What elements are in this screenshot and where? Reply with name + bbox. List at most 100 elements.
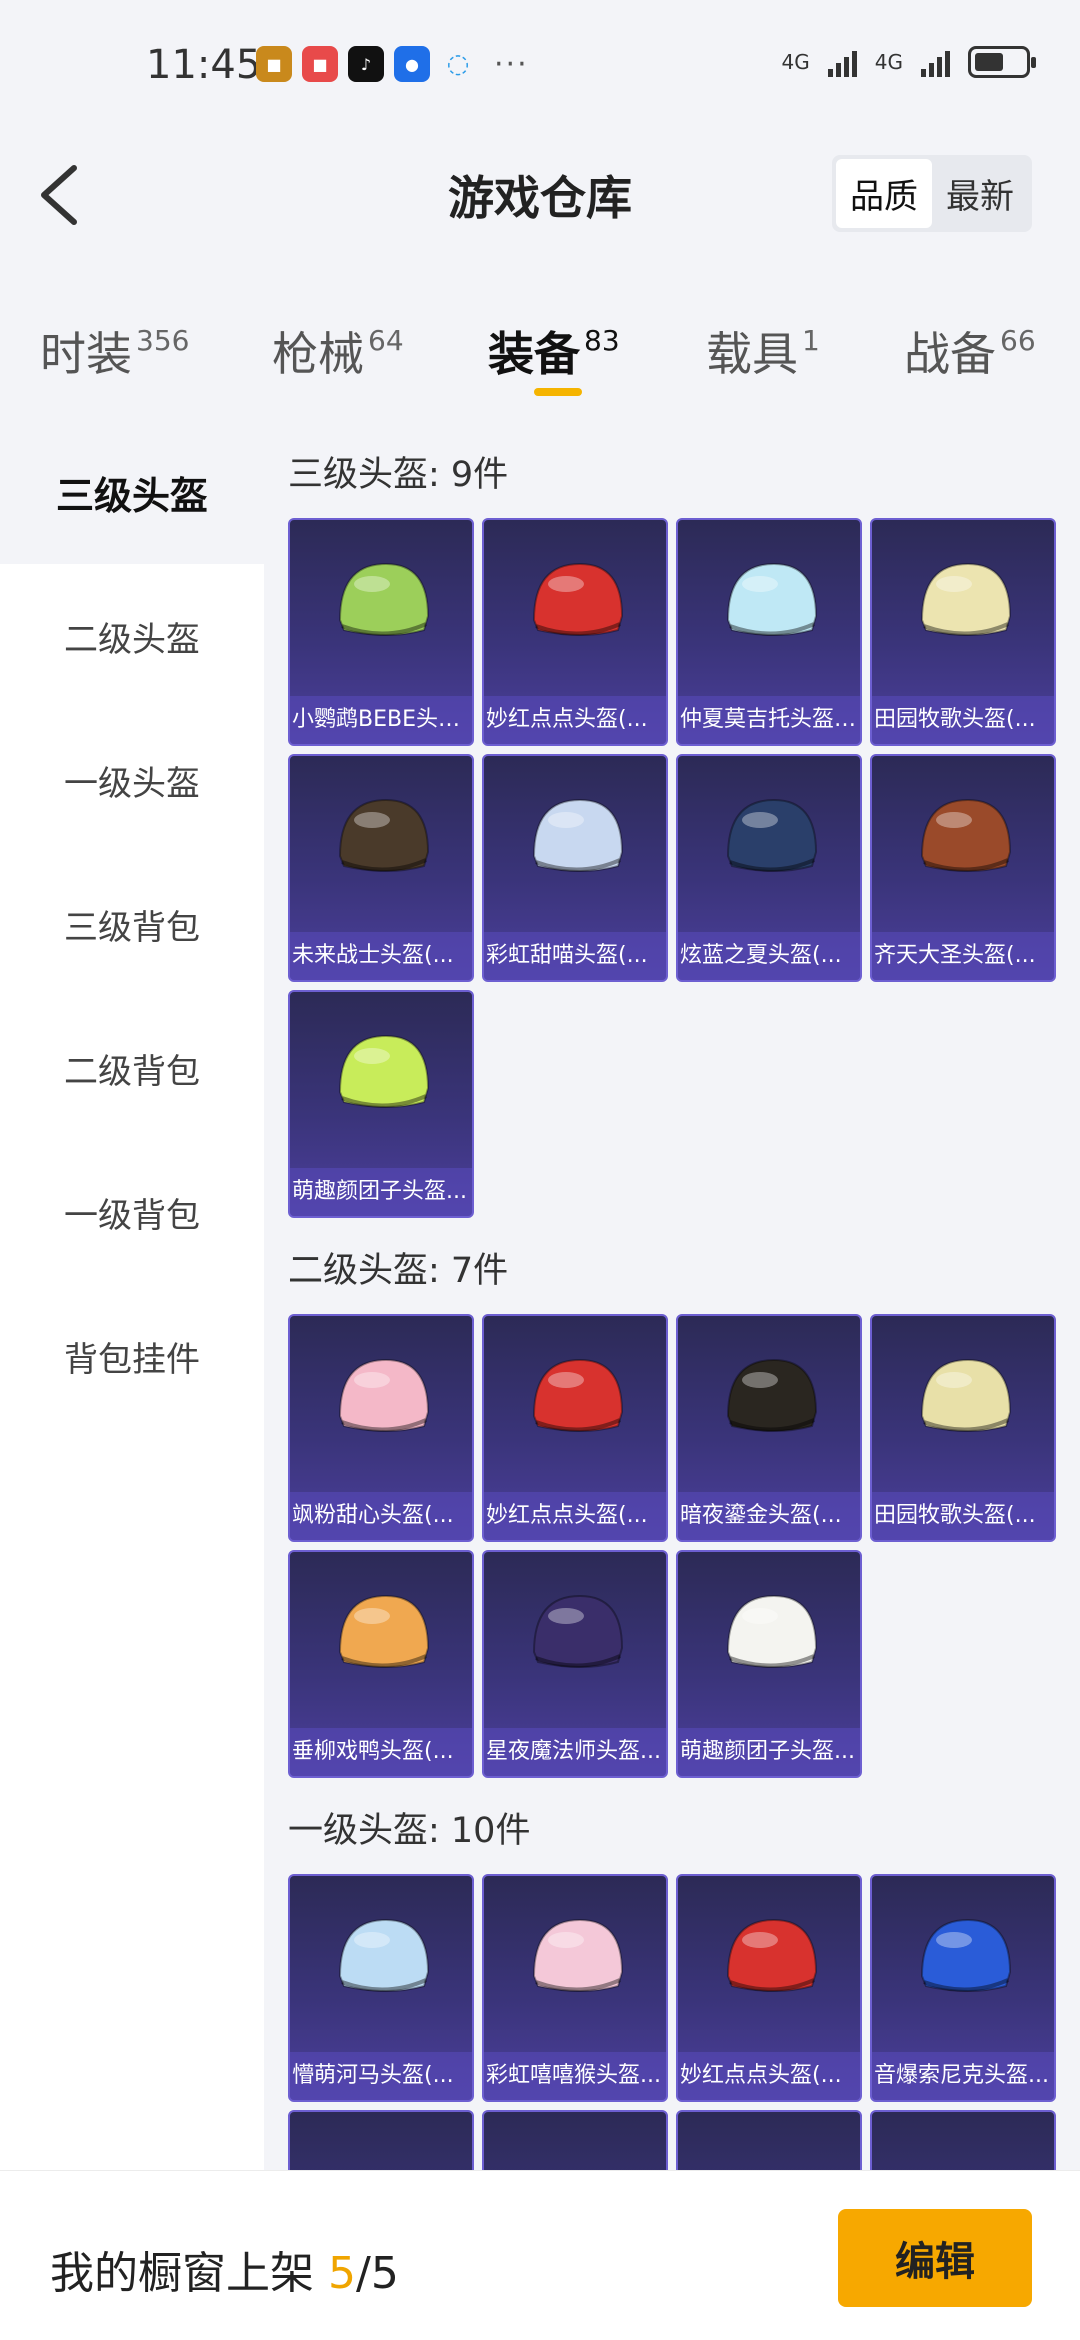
item-grid: 飒粉甜心头盔(... 妙红点点头盔(... 暗夜鎏金头盔(... 田园牧歌头盔(...…	[288, 1314, 1056, 1778]
item-name: 未来战士头盔(...	[290, 932, 472, 980]
active-tab-indicator	[534, 388, 582, 396]
tab-label: 载具	[706, 327, 798, 381]
item-card[interactable]	[676, 2110, 862, 2170]
item-name: 田园牧歌头盔(...	[872, 1492, 1054, 1540]
showcase-separator: /	[356, 2248, 371, 2299]
tab-count: 356	[136, 324, 190, 357]
item-name: 妙红点点头盔(...	[484, 696, 666, 744]
showcase-text: 我的橱窗上架	[50, 2248, 314, 2299]
item-card[interactable]: 妙红点点头盔(...	[482, 1314, 668, 1542]
item-card[interactable]: 彩虹嘻嘻猴头盔...	[482, 1874, 668, 2102]
helmet-icon	[726, 1358, 818, 1432]
helmet-icon	[920, 1358, 1012, 1432]
item-name: 妙红点点头盔(...	[484, 1492, 666, 1540]
edit-button[interactable]: 编辑	[838, 2209, 1032, 2307]
tab-label: 枪械	[272, 327, 364, 381]
helmet-icon	[338, 1918, 430, 1992]
tab-count: 83	[584, 324, 620, 357]
item-name: 音爆索尼克头盔...	[872, 2052, 1054, 2100]
system-status: 4G 4G	[782, 46, 1036, 78]
app-notification-icon: ●	[394, 46, 430, 82]
item-card[interactable]: 彩虹甜喵头盔(...	[482, 754, 668, 982]
showcase-total: 5	[370, 2248, 399, 2299]
item-card[interactable]: 垂柳戏鸭头盔(...	[288, 1550, 474, 1778]
item-card[interactable]: 未来战士头盔(...	[288, 754, 474, 982]
helmet-icon	[920, 798, 1012, 872]
item-card[interactable]: 妙红点点头盔(...	[482, 518, 668, 746]
item-name: 懵萌河马头盔(...	[290, 2052, 472, 2100]
more-notifications-icon: ···	[494, 46, 529, 82]
item-card[interactable]: 齐天大圣头盔(...	[870, 754, 1056, 982]
item-card[interactable]: 小鹦鹉BEBE头盔(...	[288, 518, 474, 746]
tab-combat-gear[interactable]: 战备 66	[904, 318, 1036, 384]
item-name: 仲夏莫吉托头盔(...	[678, 696, 860, 744]
helmet-icon	[532, 562, 624, 636]
sidebar-item-backpack-pendant[interactable]: 背包挂件	[0, 1284, 264, 1428]
item-card[interactable]: 田园牧歌头盔(...	[870, 518, 1056, 746]
item-card[interactable]: 音爆索尼克头盔...	[870, 1874, 1056, 2102]
item-card[interactable]: 仲夏莫吉托头盔(...	[676, 518, 862, 746]
item-name: 星夜魔法师头盔...	[484, 1728, 666, 1776]
item-name: 垂柳戏鸭头盔(...	[290, 1728, 472, 1776]
sort-toggle: 品质 最新	[832, 155, 1032, 232]
status-time: 11:45	[146, 42, 262, 88]
helmet-icon	[726, 1594, 818, 1668]
item-card[interactable]: 妙红点点头盔(...	[676, 1874, 862, 2102]
item-grid-area[interactable]: 三级头盔: 9件 小鹦鹉BEBE头盔(... 妙红点点头盔(... 仲夏莫吉托头盔(…	[264, 420, 1080, 2170]
section-title: 三级头盔: 9件	[288, 455, 509, 495]
item-card[interactable]: 炫蓝之夏头盔(...	[676, 754, 862, 982]
item-name: 田园牧歌头盔(...	[872, 696, 1054, 744]
category-tabs: 时装 356 枪械 64 装备 83 载具 1 战备 66	[0, 260, 1080, 420]
helmet-icon	[338, 1358, 430, 1432]
helmet-icon	[338, 798, 430, 872]
helmet-icon	[338, 562, 430, 636]
item-grid-partial	[288, 2110, 1056, 2170]
helmet-icon	[726, 1918, 818, 1992]
tab-vehicles[interactable]: 载具 1	[706, 318, 820, 384]
item-card[interactable]: 飒粉甜心头盔(...	[288, 1314, 474, 1542]
item-card[interactable]: 萌趣颜团子头盔...	[288, 990, 474, 1218]
tiktok-icon: ♪	[348, 46, 384, 82]
item-name: 萌趣颜团子头盔...	[290, 1168, 472, 1216]
sidebar-item-level3-backpack[interactable]: 三级背包	[0, 852, 264, 996]
tab-count: 64	[368, 324, 404, 357]
chat-icon: ◌	[446, 49, 470, 79]
tab-label: 战备	[904, 327, 996, 381]
sidebar: 三级头盔 二级头盔 一级头盔 三级背包 二级背包 一级背包 背包挂件	[0, 420, 264, 2170]
sidebar-item-level2-backpack[interactable]: 二级背包	[0, 996, 264, 1140]
item-name: 彩虹甜喵头盔(...	[484, 932, 666, 980]
item-card[interactable]: 暗夜鎏金头盔(...	[676, 1314, 862, 1542]
item-name: 炫蓝之夏头盔(...	[678, 932, 860, 980]
notification-icons: ■ ■ ♪ ● ◌ ···	[256, 46, 529, 82]
sidebar-item-level1-backpack[interactable]: 一级背包	[0, 1140, 264, 1284]
item-name: 齐天大圣头盔(...	[872, 932, 1054, 980]
item-name: 妙红点点头盔(...	[678, 2052, 860, 2100]
item-name: 小鹦鹉BEBE头盔(...	[290, 696, 472, 744]
helmet-icon	[338, 1034, 430, 1108]
item-card[interactable]: 星夜魔法师头盔...	[482, 1550, 668, 1778]
helmet-icon	[726, 798, 818, 872]
item-card[interactable]	[870, 2110, 1056, 2170]
sidebar-item-level3-helmet[interactable]: 三级头盔	[0, 420, 264, 564]
sort-newest-button[interactable]: 最新	[932, 159, 1028, 228]
sidebar-item-level2-helmet[interactable]: 二级头盔	[0, 564, 264, 708]
sidebar-item-level1-helmet[interactable]: 一级头盔	[0, 708, 264, 852]
item-name: 暗夜鎏金头盔(...	[678, 1492, 860, 1540]
sort-quality-button[interactable]: 品质	[836, 159, 932, 228]
tab-guns[interactable]: 枪械 64	[272, 318, 404, 384]
battery-icon	[968, 46, 1036, 78]
helmet-icon	[532, 1918, 624, 1992]
helmet-icon	[920, 1918, 1012, 1992]
helmet-icon	[532, 1594, 624, 1668]
signal-icon	[827, 47, 857, 77]
item-card[interactable]: 萌趣颜团子头盔...	[676, 1550, 862, 1778]
tab-equipment[interactable]: 装备 83	[488, 318, 620, 384]
item-card[interactable]	[482, 2110, 668, 2170]
item-card[interactable]	[288, 2110, 474, 2170]
helmet-icon	[532, 798, 624, 872]
section-title: 一级头盔: 10件	[288, 1811, 531, 1851]
item-card[interactable]: 懵萌河马头盔(...	[288, 1874, 474, 2102]
item-name: 彩虹嘻嘻猴头盔...	[484, 2052, 666, 2100]
tab-fashion[interactable]: 时装 356	[40, 318, 189, 384]
item-card[interactable]: 田园牧歌头盔(...	[870, 1314, 1056, 1542]
